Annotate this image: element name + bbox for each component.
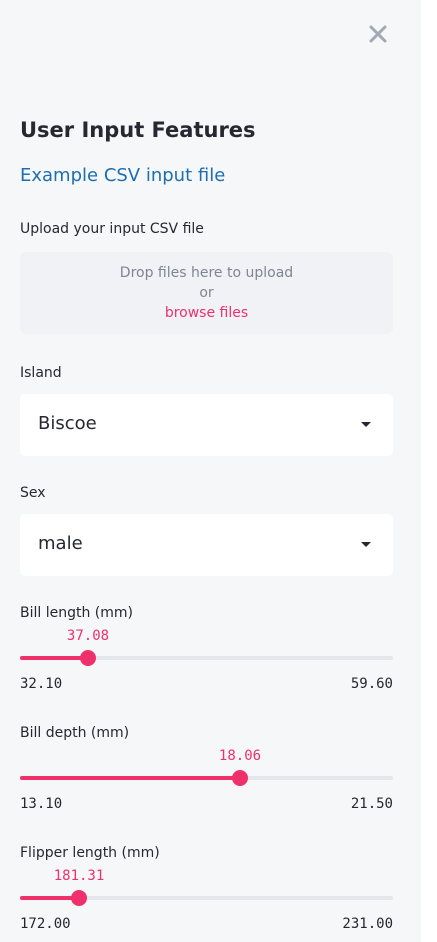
drop-text: Drop files here to upload — [119, 265, 294, 281]
flipper-length-slider[interactable]: 181.31 172.00 231.00 — [20, 868, 393, 934]
slider-max-value: 21.50 — [350, 796, 393, 812]
example-csv-link[interactable]: Example CSV input file — [20, 165, 225, 186]
slider-thumb[interactable] — [80, 650, 96, 666]
slider-max-value: 231.00 — [342, 916, 393, 932]
slider-fill — [20, 776, 240, 780]
browse-files-button[interactable]: browse files — [20, 305, 393, 321]
slider-current-value: 181.31 — [53, 868, 105, 884]
upload-label: Upload your input CSV file — [20, 221, 204, 237]
slider-min-value: 13.10 — [20, 796, 63, 812]
island-label: Island — [20, 365, 62, 381]
or-text: or — [199, 285, 214, 301]
slider-thumb[interactable] — [71, 890, 87, 906]
slider-min-value: 32.10 — [20, 676, 63, 692]
slider-max-value: 59.60 — [350, 676, 393, 692]
slider-min-value: 172.00 — [20, 916, 71, 932]
bill-length-label: Bill length (mm) — [20, 605, 133, 621]
sex-label: Sex — [20, 485, 46, 501]
sex-select-value: male — [38, 533, 83, 554]
slider-fill — [20, 656, 88, 660]
sex-select[interactable]: male — [20, 514, 393, 576]
chevron-down-icon — [361, 542, 371, 547]
close-icon — [369, 25, 387, 43]
bill-depth-label: Bill depth (mm) — [20, 725, 130, 741]
slider-thumb[interactable] — [232, 770, 248, 786]
island-select[interactable]: Biscoe — [20, 394, 393, 456]
close-sidebar-button[interactable] — [364, 20, 392, 48]
bill-depth-slider[interactable]: 18.06 13.10 21.50 — [20, 748, 393, 814]
island-select-value: Biscoe — [38, 413, 97, 434]
chevron-down-icon — [361, 422, 371, 427]
sidebar-title: User Input Features — [20, 118, 256, 142]
sidebar: User Input Features Example CSV input fi… — [0, 0, 421, 942]
bill-length-slider[interactable]: 37.08 32.10 59.60 — [20, 628, 393, 694]
slider-current-value: 18.06 — [218, 748, 262, 764]
slider-current-value: 37.08 — [66, 628, 110, 644]
file-dropzone[interactable]: Drop files here to upload or browse file… — [20, 252, 393, 334]
flipper-length-label: Flipper length (mm) — [20, 845, 160, 861]
main-content-edge — [421, 0, 437, 942]
